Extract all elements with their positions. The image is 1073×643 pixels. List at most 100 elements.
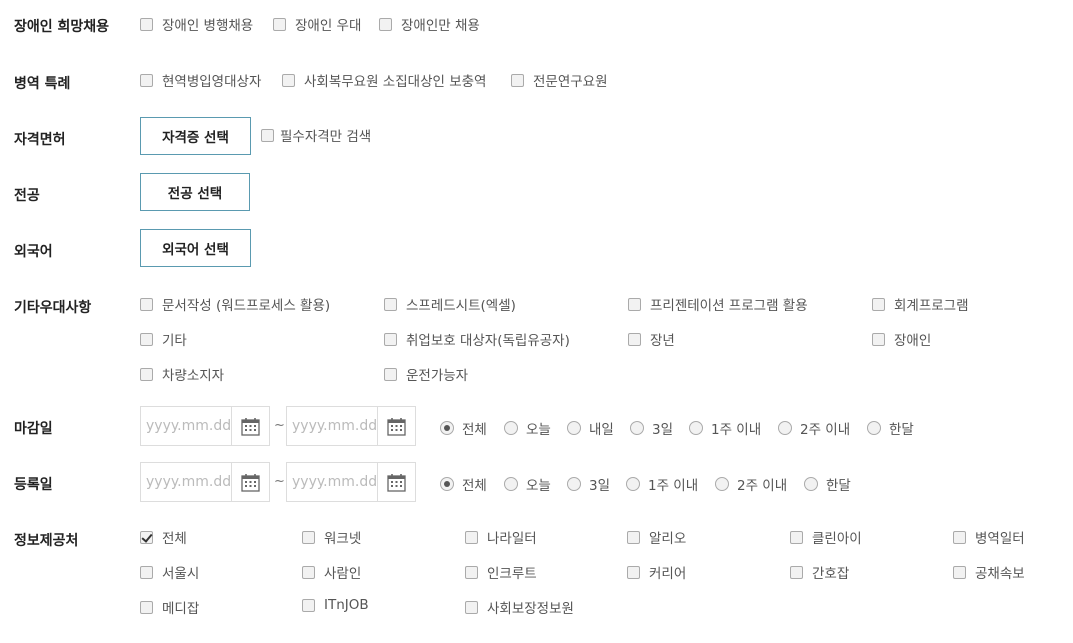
checkbox[interactable]: [953, 530, 966, 544]
checkbox[interactable]: [465, 565, 478, 579]
radio-button[interactable]: [804, 477, 818, 491]
radio-button[interactable]: [867, 421, 881, 435]
deadline-end-input[interactable]: yyyy.mm.dd: [287, 407, 379, 445]
checkbox[interactable]: [384, 297, 397, 311]
source-option-cleaneye[interactable]: 클린아이: [790, 527, 862, 547]
deadline-option-all[interactable]: 전체: [440, 418, 487, 438]
calendar-icon[interactable]: [378, 463, 415, 501]
radio-button[interactable]: [567, 477, 581, 491]
registered-option-today[interactable]: 오늘: [504, 474, 551, 494]
calendar-icon[interactable]: [232, 407, 269, 445]
registered-option-1week[interactable]: 1주 이내: [626, 474, 698, 494]
source-option-medijob[interactable]: 메디잡: [140, 597, 199, 617]
military-option-social[interactable]: 사회복무요원 소집대상인 보충역: [282, 70, 486, 90]
etc-option-senior[interactable]: 장년: [628, 329, 675, 349]
etc-option-disabled[interactable]: 장애인: [872, 329, 931, 349]
registered-start-input[interactable]: yyyy.mm.dd: [141, 463, 233, 501]
radio-button[interactable]: [626, 477, 640, 491]
radio-button[interactable]: [778, 421, 792, 435]
checkbox[interactable]: [273, 17, 286, 31]
checkbox[interactable]: [790, 530, 803, 544]
etc-option-car-owner[interactable]: 차량소지자: [140, 364, 224, 384]
source-option-byeongyeok[interactable]: 병역일터: [953, 527, 1025, 547]
checkbox[interactable]: [140, 73, 153, 87]
checkbox[interactable]: [953, 565, 966, 579]
deadline-start-date[interactable]: yyyy.mm.dd: [140, 406, 270, 446]
checkbox[interactable]: [627, 565, 640, 579]
source-option-incruit[interactable]: 인크루트: [465, 562, 537, 582]
source-option-all[interactable]: 전체: [140, 527, 187, 547]
checkbox[interactable]: [302, 598, 315, 612]
source-option-worknet[interactable]: 워크넷: [302, 527, 361, 547]
checkbox[interactable]: [302, 565, 315, 579]
registered-option-3days[interactable]: 3일: [567, 474, 610, 494]
radio-button[interactable]: [504, 421, 518, 435]
etc-option-protection[interactable]: 취업보호 대상자(독립유공자): [384, 329, 570, 349]
checkbox[interactable]: [384, 332, 397, 346]
checkbox[interactable]: [465, 600, 478, 614]
checkbox[interactable]: [872, 332, 885, 346]
etc-option-presentation[interactable]: 프리젠테이션 프로그램 활용: [628, 294, 808, 314]
deadline-option-2weeks[interactable]: 2주 이내: [778, 418, 850, 438]
registered-option-2weeks[interactable]: 2주 이내: [715, 474, 787, 494]
checkbox[interactable]: [465, 530, 478, 544]
checkbox[interactable]: [872, 297, 885, 311]
source-option-itnjob[interactable]: ITnJOB: [302, 597, 369, 613]
checkbox[interactable]: [282, 73, 295, 87]
checkbox[interactable]: [379, 17, 392, 31]
registered-end-date[interactable]: yyyy.mm.dd: [286, 462, 416, 502]
deadline-end-date[interactable]: yyyy.mm.dd: [286, 406, 416, 446]
source-option-nursejob[interactable]: 간호잡: [790, 562, 849, 582]
language-select-button[interactable]: 외국어 선택: [140, 229, 251, 267]
etc-option-other[interactable]: 기타: [140, 329, 187, 349]
source-option-alio[interactable]: 알리오: [627, 527, 686, 547]
source-option-narailter[interactable]: 나라일터: [465, 527, 537, 547]
deadline-start-input[interactable]: yyyy.mm.dd: [141, 407, 233, 445]
checkbox[interactable]: [140, 332, 153, 346]
radio-button[interactable]: [440, 477, 454, 491]
radio-button[interactable]: [715, 477, 729, 491]
checkbox[interactable]: [384, 367, 397, 381]
military-option-active[interactable]: 현역병입영대상자: [140, 70, 261, 90]
etc-option-accounting[interactable]: 회계프로그램: [872, 294, 969, 314]
source-option-career[interactable]: 커리어: [627, 562, 686, 582]
source-option-ssis[interactable]: 사회보장정보원: [465, 597, 574, 617]
disability-option-preferred[interactable]: 장애인 우대: [273, 14, 361, 34]
checkbox[interactable]: [140, 367, 153, 381]
checkbox[interactable]: [140, 530, 153, 544]
etc-option-spreadsheet[interactable]: 스프레드시트(엑셀): [384, 294, 516, 314]
registered-start-date[interactable]: yyyy.mm.dd: [140, 462, 270, 502]
deadline-option-3days[interactable]: 3일: [630, 418, 673, 438]
radio-button[interactable]: [440, 421, 454, 435]
checkbox[interactable]: [628, 297, 641, 311]
deadline-option-today[interactable]: 오늘: [504, 418, 551, 438]
checkbox[interactable]: [628, 332, 641, 346]
checkbox[interactable]: [140, 565, 153, 579]
license-select-button[interactable]: 자격증 선택: [140, 117, 251, 155]
registered-end-input[interactable]: yyyy.mm.dd: [287, 463, 379, 501]
checkbox[interactable]: [302, 530, 315, 544]
radio-button[interactable]: [504, 477, 518, 491]
registered-option-all[interactable]: 전체: [440, 474, 487, 494]
checkbox[interactable]: [511, 73, 524, 87]
license-required-only[interactable]: 필수자격만 검색: [261, 125, 371, 145]
major-select-button[interactable]: 전공 선택: [140, 173, 250, 211]
disability-option-parallel[interactable]: 장애인 병행채용: [140, 14, 253, 34]
deadline-option-tomorrow[interactable]: 내일: [567, 418, 614, 438]
checkbox[interactable]: [140, 297, 153, 311]
checkbox[interactable]: [261, 128, 274, 142]
calendar-icon[interactable]: [378, 407, 415, 445]
checkbox[interactable]: [790, 565, 803, 579]
source-option-saramin[interactable]: 사람인: [302, 562, 361, 582]
deadline-option-1week[interactable]: 1주 이내: [689, 418, 761, 438]
deadline-option-month[interactable]: 한달: [867, 418, 914, 438]
military-option-research[interactable]: 전문연구요원: [511, 70, 608, 90]
etc-option-driver[interactable]: 운전가능자: [384, 364, 468, 384]
calendar-icon[interactable]: [232, 463, 269, 501]
disability-option-only[interactable]: 장애인만 채용: [379, 14, 480, 34]
checkbox[interactable]: [627, 530, 640, 544]
source-option-gongchae[interactable]: 공채속보: [953, 562, 1025, 582]
radio-button[interactable]: [630, 421, 644, 435]
radio-button[interactable]: [567, 421, 581, 435]
checkbox[interactable]: [140, 600, 153, 614]
